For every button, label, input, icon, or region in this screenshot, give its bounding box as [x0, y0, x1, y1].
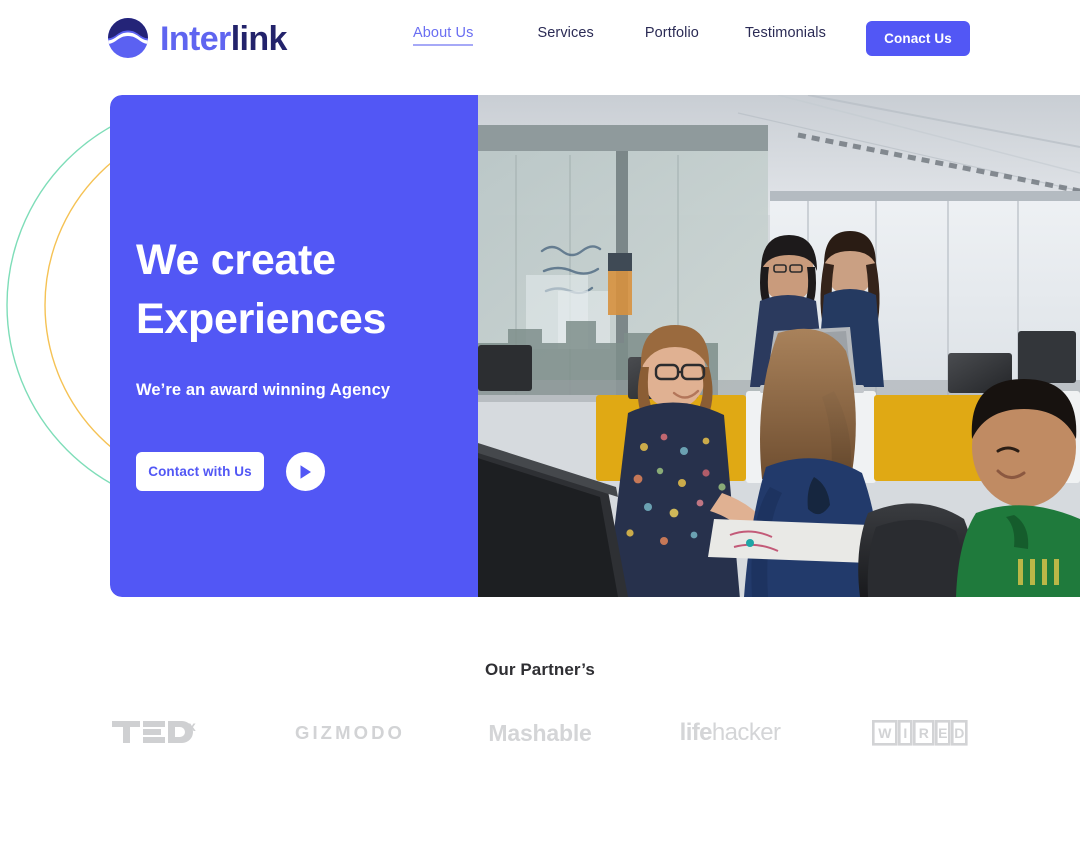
- brand-name: Interlink: [160, 22, 287, 56]
- brand-name-part2: link: [230, 20, 288, 58]
- svg-text:x: x: [188, 718, 196, 734]
- hero-actions: Contact with Us: [136, 452, 325, 491]
- play-video-button[interactable]: [286, 452, 325, 491]
- brand-name-part1: Inter: [160, 20, 231, 58]
- partner-logo-mashable: Mashable: [445, 713, 635, 753]
- play-triangle-icon: [300, 464, 311, 479]
- interlink-wave-circle-logo: [108, 18, 148, 58]
- hero-section: We create Experiences We’re an award win…: [110, 95, 1080, 597]
- svg-text:W: W: [878, 725, 892, 741]
- wired-logo: W I R E D: [872, 720, 968, 746]
- mashable-wordmark: Mashable: [488, 719, 592, 746]
- partner-logo-gizmodo: GIZMODO: [255, 713, 445, 753]
- lifehacker-wordmark: lifehacker: [680, 719, 781, 747]
- nav-item-services[interactable]: Services: [537, 25, 593, 46]
- partners-section: Our Partner’s x GIZMODO Mashable lifehac…: [0, 660, 1080, 753]
- hero-photo-panel: [478, 95, 1080, 597]
- tedx-logo: x: [112, 718, 196, 743]
- partner-logo-lifehacker: lifehacker: [635, 713, 825, 753]
- office-team-photo: [478, 95, 1080, 597]
- partners-title: Our Partner’s: [485, 660, 595, 679]
- contact-with-us-button[interactable]: Contact with Us: [136, 452, 264, 491]
- partners-logo-row: x GIZMODO Mashable lifehacker W I R E D: [0, 713, 1080, 753]
- svg-text:R: R: [919, 725, 929, 741]
- contact-us-button[interactable]: Conact Us: [866, 21, 970, 56]
- svg-text:E: E: [938, 725, 947, 741]
- lifehacker-light-part: hacker: [711, 719, 781, 746]
- svg-text:D: D: [954, 725, 964, 741]
- hero-text-panel: We create Experiences We’re an award win…: [110, 95, 478, 597]
- site-header: Interlink About Us Services Portfolio Te…: [0, 0, 1080, 76]
- svg-text:I: I: [903, 725, 907, 741]
- hero-subtitle: We’re an award winning Agency: [136, 381, 391, 399]
- partner-logo-wired: W I R E D: [825, 713, 1015, 753]
- nav-item-testimonials[interactable]: Testimonials: [745, 25, 826, 46]
- nav-item-about-us[interactable]: About Us: [413, 25, 474, 46]
- nav-item-portfolio[interactable]: Portfolio: [645, 25, 699, 46]
- partner-logo-tedx: x: [65, 713, 255, 753]
- lifehacker-bold-part: life: [679, 719, 713, 746]
- brand-logo[interactable]: Interlink: [107, 14, 287, 62]
- hero-title: We create Experiences: [136, 236, 387, 344]
- landing-page: Interlink About Us Services Portfolio Te…: [0, 0, 1080, 864]
- main-navigation: About Us Services Portfolio Testimonials: [413, 25, 826, 46]
- gizmodo-wordmark: GIZMODO: [294, 722, 406, 743]
